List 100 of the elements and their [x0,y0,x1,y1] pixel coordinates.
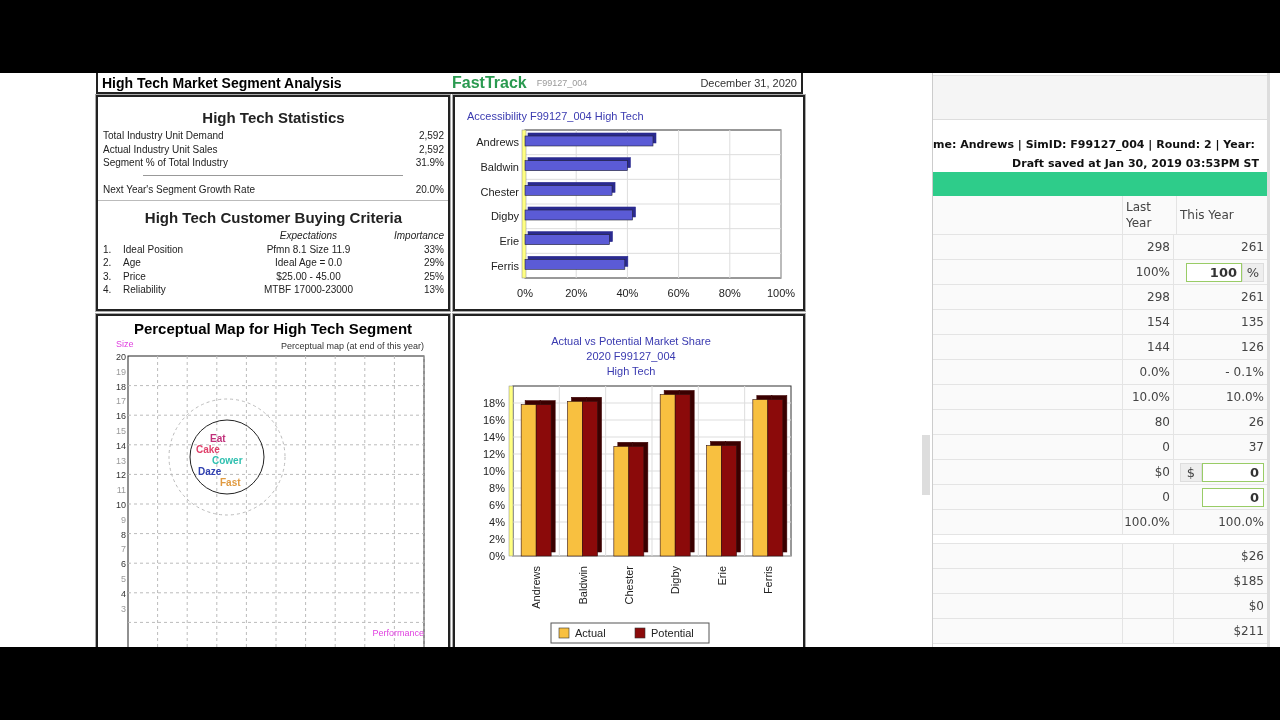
stat-value: 2,592 [418,129,444,143]
axis-tick-label: 17 [116,396,126,407]
scrollbar-thumb[interactable] [922,435,930,495]
stat-value: 31.9% [415,156,444,170]
table-cell: $185 [1233,574,1264,588]
table-cell: 0 [1162,490,1170,504]
stat-label: Next Year's Segment Growth Rate [103,182,255,196]
table-cell: 298 [1147,290,1170,304]
table-cell: 100.0% [1218,515,1264,529]
stat-value: 20.0% [415,182,444,196]
axis-tick-label: 16 [116,411,126,422]
table-cell: 154 [1147,315,1170,329]
panel-title: High Tech Statistics [201,109,346,126]
product-label: Eat [210,433,226,444]
axis-tick-label: 5 [121,574,126,584]
input-field[interactable]: 100 [1186,262,1242,282]
axis-tick-label: 12 [116,470,126,481]
criterion-number: 2. [103,256,113,270]
criterion-number: 4. [103,283,113,297]
axis-label: Size [116,339,134,349]
criterion-importance: 13% [423,283,444,297]
table-cell: 261 [1241,240,1264,254]
category-label: Ferris [490,259,519,272]
table-cell: - 0.1% [1225,365,1264,379]
axis-tick-label: 3 [121,603,126,614]
axis-tick-label: 40% [616,287,639,299]
table-cell: 80 [1154,415,1170,429]
category-label: Erie [499,235,519,247]
axis-tick-label: 10% [482,465,505,477]
report-title: High Tech Market Segment Analysis [102,74,343,91]
axis-tick-label: 4% [489,516,505,528]
axis-tick-label: 7 [121,544,126,555]
criterion-importance: 33% [423,242,444,256]
axis-tick-label: 12% [482,448,505,460]
axis-tick-label: 19 [116,366,126,377]
table-cell: 135 [1241,315,1264,329]
axis-tick-label: 0% [517,287,533,299]
axis-tick-label: 18 [116,381,126,392]
axis-tick-label: 8% [489,482,505,494]
table-cell: $0 [1154,465,1170,479]
product-label: Fast [220,477,241,488]
column-header: Importance [392,229,444,243]
criterion-importance: 29% [423,256,444,270]
criterion-number: 1. [103,242,113,256]
axis-tick-label: 6% [489,499,505,511]
criterion-label: Price [123,269,147,283]
column-header: Last Year [1126,199,1153,231]
axis-label: Performance [372,628,424,638]
table-cell: $26 [1241,549,1264,563]
axis-tick-label: 13 [116,455,126,466]
input-field[interactable]: 0 [1202,462,1264,482]
chart-title: 2020 F99127_004 [586,350,676,362]
axis-tick-label: 80% [718,287,741,299]
axis-tick-label: 60% [667,287,690,299]
category-label: Chester [622,566,635,605]
axis-tick-label: 15 [116,426,126,436]
axis-tick-label: 20% [565,287,588,299]
table-cell: $211 [1233,624,1264,638]
axis-tick-label: 0% [489,550,505,562]
stat-label: Segment % of Total Industry [103,156,228,170]
table-cell: 126 [1241,340,1264,354]
session-info: me: Andrews | SimID: F99127_004 | Round: 2 | Year: [933,138,1255,151]
table-cell: $0 [1248,599,1264,613]
criterion-label: Reliability [123,283,167,297]
category-label: Chester [480,185,519,198]
category-label: Digby [669,566,682,595]
product-label: Daze [198,466,222,477]
column-header: Expectations [278,229,339,243]
unit-addon: $ [1180,462,1202,482]
axis-tick-label: 14% [482,431,505,443]
unit-addon: % [1242,262,1264,282]
report-date: December 31, 2020 [700,76,797,89]
table-cell: 100.0% [1124,515,1170,529]
axis-tick-label: 18% [482,397,505,409]
criterion-expectation: $25.00 - 45.00 [275,269,342,283]
input-field[interactable]: 0 [1202,487,1264,507]
draft-status: Draft saved at Jan 30, 2019 03:53PM ST [1011,157,1260,170]
table-cell: 37 [1248,440,1264,454]
criterion-expectation: Ideal Age = 0.0 [274,256,343,270]
category-label: Andrews [476,136,519,149]
axis-tick-label: 11 [116,485,126,496]
stat-label: Actual Industry Unit Sales [103,142,218,156]
legend-label: Actual [575,627,606,639]
table-cell: 26 [1248,415,1264,429]
panel-title: High Tech Customer Buying Criteria [143,209,404,226]
table-cell: 261 [1241,290,1264,304]
table-cell: 100% [1135,265,1170,279]
stat-label: Total Industry Unit Demand [103,129,224,143]
axis-tick-label: 100% [766,287,796,299]
table-cell: 0 [1162,440,1170,454]
product-label: Cake [196,444,220,455]
axis-tick-label: 6 [121,559,126,570]
chart-title: Actual vs Potential Market Share [551,335,711,347]
axis-tick-label: 20 [116,352,126,362]
axis-tick-label: 14 [116,440,126,451]
axis-tick-label: 2% [489,533,505,545]
category-label: Ferris [761,566,774,595]
criterion-importance: 25% [423,269,444,283]
table-cell: 298 [1147,240,1170,254]
chart-title: Accessibility F99127_004 High Tech [467,110,644,122]
